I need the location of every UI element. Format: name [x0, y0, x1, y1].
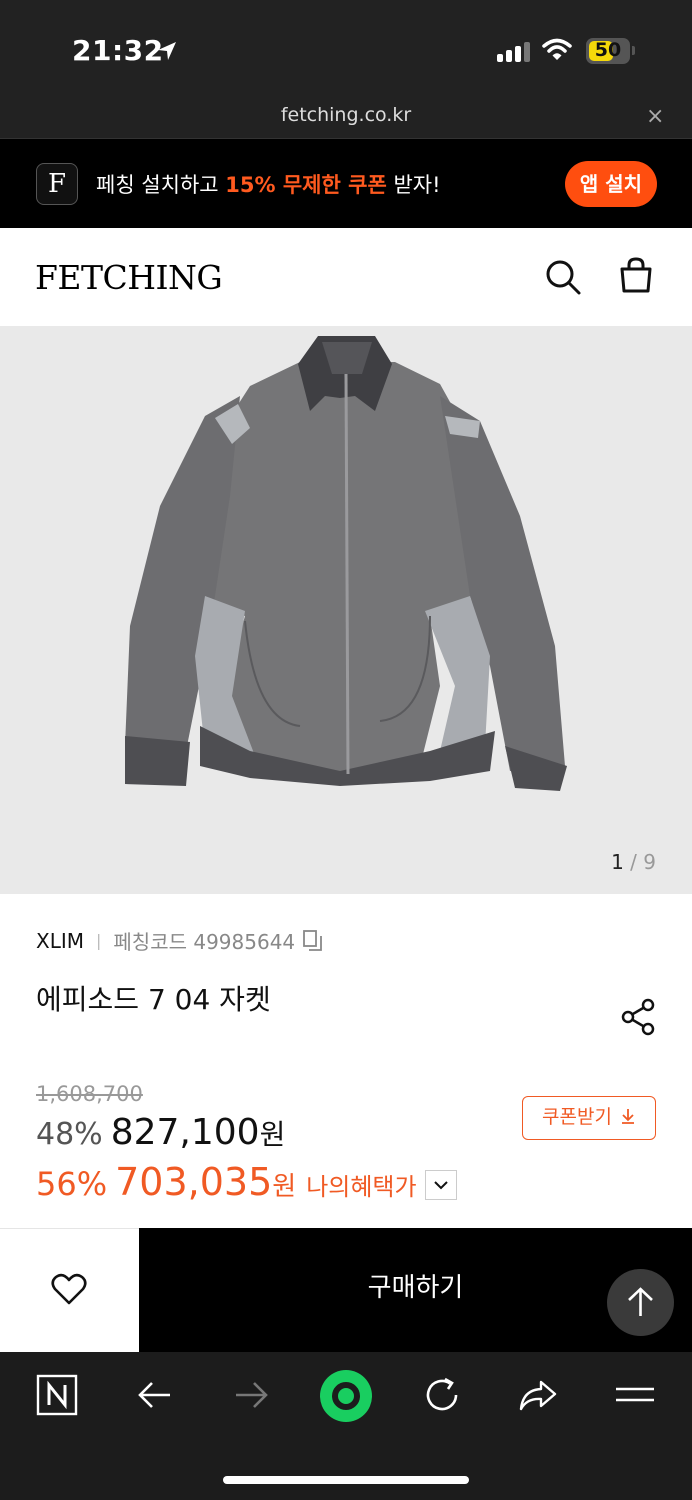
refresh-icon[interactable] [421, 1374, 463, 1416]
battery-indicator: 50 [586, 38, 630, 64]
url-bar[interactable]: fetching.co.kr [0, 104, 692, 126]
arrow-up-icon [628, 1287, 653, 1316]
home-indicator [223, 1476, 469, 1484]
wishlist-button[interactable] [0, 1228, 139, 1352]
location-arrow-icon [158, 42, 176, 60]
divider: | [96, 931, 102, 950]
forward-arrow-icon[interactable] [230, 1374, 272, 1416]
product-jacket-image [125, 336, 567, 791]
cellular-signal-icon [497, 40, 530, 62]
product-title: 에피소드 7 04 자켓 [36, 983, 271, 1016]
install-app-button[interactable]: 앱 설치 [565, 161, 657, 207]
download-icon [621, 1109, 634, 1124]
banner-text: 페칭 설치하고 15% 무제한 쿠폰 받자! [96, 173, 441, 197]
app-install-banner: F 페칭 설치하고 15% 무제한 쿠폰 받자! 앱 설치 [0, 138, 692, 228]
benefit-dropdown-toggle[interactable] [424, 1170, 457, 1200]
close-icon[interactable]: × [646, 104, 664, 129]
wifi-icon [542, 38, 572, 60]
app-logo-icon: F [36, 163, 78, 205]
benefit-discount-percent: 56% [36, 1165, 108, 1203]
product-code: 페칭코드 49985644 [113, 930, 296, 954]
share-icon[interactable] [620, 998, 658, 1036]
brand-row: XLIM | 페칭코드 49985644 [36, 926, 323, 955]
sale-price: 827,100 [110, 1112, 260, 1153]
original-price: 1,608,700 [36, 1082, 143, 1106]
back-arrow-icon[interactable] [134, 1374, 176, 1416]
green-dot-icon[interactable] [319, 1369, 373, 1423]
benefit-price-row: 56% 703,035 원 나의혜택가 [36, 1160, 457, 1204]
get-coupon-button[interactable]: 쿠폰받기 [522, 1096, 656, 1140]
benefit-price: 703,035 [115, 1160, 273, 1204]
benefit-label: 나의혜택가 [306, 1173, 417, 1201]
shopping-bag-icon[interactable] [617, 256, 655, 294]
chevron-down-icon [433, 1181, 448, 1190]
status-time: 21:32 [72, 34, 164, 67]
product-image-gallery[interactable]: 1 / 9 [0, 326, 692, 894]
browser-chrome-top: 21:32 50 fetching.co.kr × [0, 0, 692, 138]
menu-icon[interactable] [614, 1374, 656, 1416]
copy-icon[interactable] [303, 929, 323, 952]
share-arrow-icon[interactable] [517, 1374, 559, 1416]
site-logo[interactable]: FETCHING [35, 258, 223, 297]
search-icon[interactable] [544, 258, 582, 296]
image-counter: 1 / 9 [611, 850, 656, 874]
scroll-to-top-button[interactable] [607, 1269, 674, 1336]
purchase-bar: 구매하기 [0, 1228, 692, 1352]
currency-unit: 원 [259, 1118, 286, 1151]
naver-home-icon[interactable] [36, 1374, 78, 1416]
brand-name[interactable]: XLIM [36, 929, 84, 953]
banner-highlight: 15% 무제한 쿠폰 [225, 173, 387, 197]
benefit-currency-unit: 원 [272, 1172, 297, 1202]
sale-price-row: 48% 827,100 원 [36, 1112, 285, 1153]
discount-percent: 48% [36, 1117, 103, 1152]
heart-icon [51, 1273, 87, 1305]
site-header: FETCHING [0, 228, 692, 326]
